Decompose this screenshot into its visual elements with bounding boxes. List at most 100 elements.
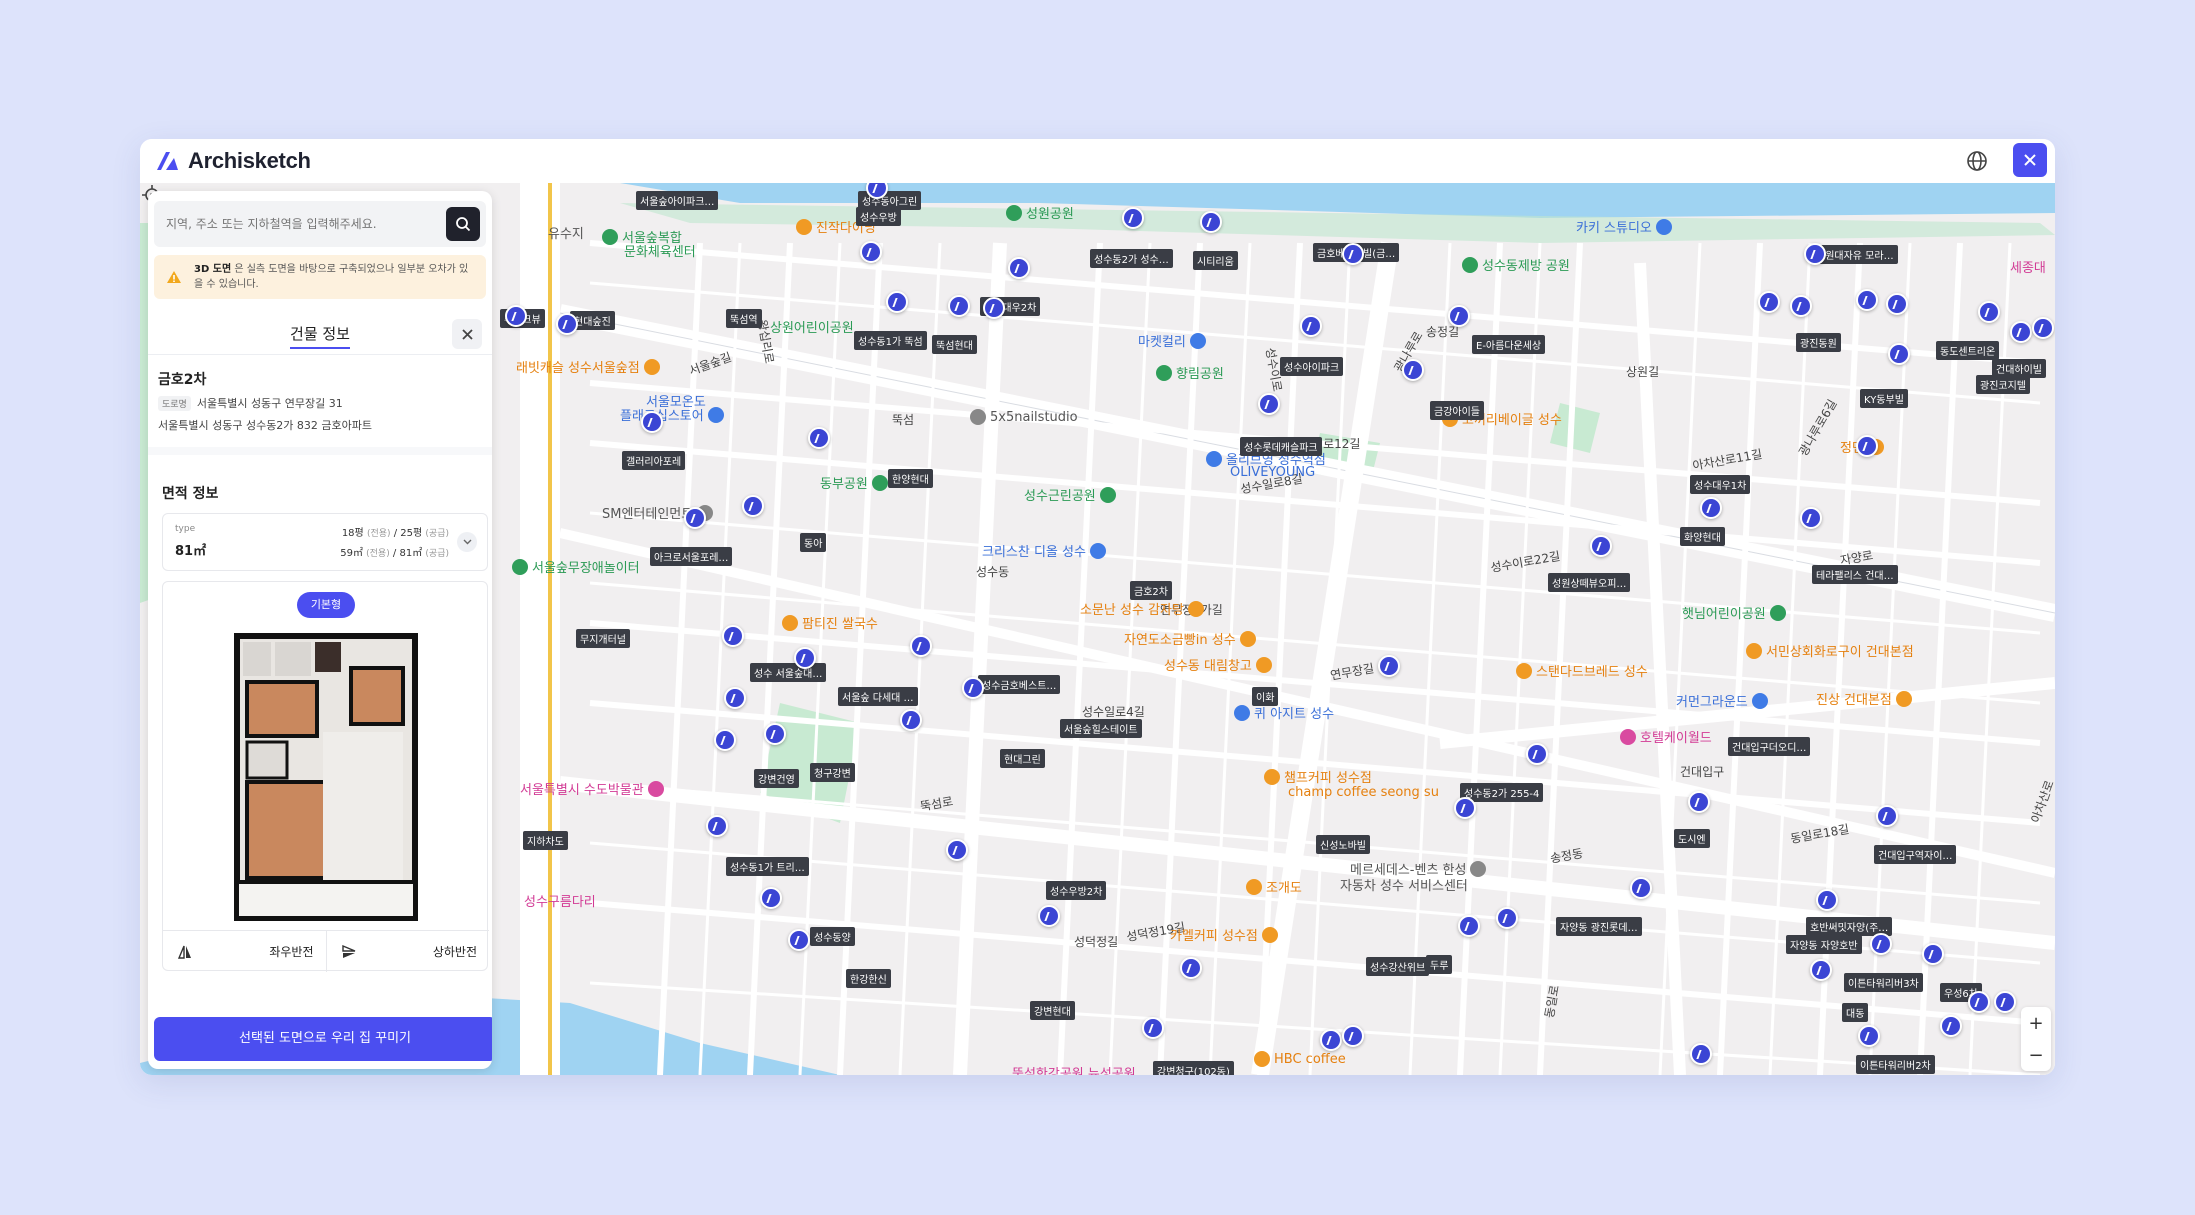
building-label[interactable]: 광진동원	[1796, 333, 1841, 352]
building-pin[interactable]	[1940, 1015, 1962, 1037]
building-label[interactable]: 서울숲아이파크…	[636, 191, 719, 210]
building-label[interactable]: 건대하이빌	[1992, 359, 2046, 378]
building-label[interactable]: 갤러리아포레	[622, 451, 686, 470]
building-pin[interactable]	[1888, 343, 1910, 365]
building-pin[interactable]	[1448, 305, 1470, 327]
building-pin[interactable]	[684, 507, 706, 529]
poi[interactable]: 카멜커피 성수점	[1170, 925, 1278, 944]
building-pin[interactable]	[1968, 991, 1990, 1013]
poi[interactable]: 호텔케이월드	[1620, 727, 1712, 746]
building-pin[interactable]	[1258, 393, 1280, 415]
building-pin[interactable]	[764, 723, 786, 745]
poi[interactable]: 뚝섬한강공원 뉴성공원	[1012, 1063, 1136, 1075]
poi[interactable]: 성수동 대림창고	[1164, 655, 1272, 674]
building-pin[interactable]	[1816, 889, 1838, 911]
poi[interactable]: 카키 스튜디오	[1576, 217, 1672, 236]
building-label[interactable]: 뚝섬역	[726, 309, 762, 328]
building-pin[interactable]	[1856, 289, 1878, 311]
building-label[interactable]: 화양현대	[1680, 527, 1725, 546]
building-label[interactable]: 한강한신	[846, 969, 891, 988]
poi[interactable]: 크리스찬 디올 성수	[982, 541, 1106, 560]
building-pin[interactable]	[1800, 507, 1822, 529]
poi[interactable]: 챔프커피 성수점	[1264, 767, 1372, 786]
building-label[interactable]: 성수동1가 뚝섬	[854, 331, 927, 350]
building-pin[interactable]	[1758, 291, 1780, 313]
building-label[interactable]: 대동	[1842, 1003, 1869, 1022]
logo[interactable]: Archisketch	[154, 148, 311, 174]
building-label[interactable]: 이튼타워리버2차	[1856, 1055, 1935, 1074]
zoom-in-button[interactable]: +	[2021, 1007, 2051, 1039]
building-pin[interactable]	[1496, 907, 1518, 929]
building-pin[interactable]	[860, 241, 882, 263]
floor-plan-image[interactable]	[233, 632, 419, 922]
building-pin[interactable]	[1342, 1025, 1364, 1047]
building-pin[interactable]	[808, 427, 830, 449]
building-pin[interactable]	[1630, 877, 1652, 899]
building-label[interactable]: 금호2차	[1130, 581, 1172, 600]
type-selector[interactable]: type 81㎡ 18평 (전용) / 25평 (공급) 59㎡ (전용) / …	[162, 513, 488, 571]
building-pin[interactable]	[1008, 257, 1030, 279]
flip-vertical-button[interactable]: 상하반전	[325, 931, 490, 972]
poi[interactable]: 상원어린이공원	[770, 317, 854, 336]
building-label[interactable]: 성수 서울숲대…	[750, 663, 827, 682]
building-pin[interactable]	[1978, 301, 2000, 323]
poi[interactable]: 진상 건대본점	[1816, 689, 1912, 708]
building-pin[interactable]	[900, 709, 922, 731]
building-pin[interactable]	[788, 929, 810, 951]
building-pin[interactable]	[1790, 295, 1812, 317]
search-input[interactable]	[166, 201, 436, 247]
building-label[interactable]: 성수동양	[810, 927, 855, 946]
building-label[interactable]: 한양현대	[888, 469, 933, 488]
poi[interactable]: 서민상회화로구이 건대본점	[1746, 641, 1914, 660]
poi[interactable]: 세종대	[2010, 257, 2046, 276]
building-pin[interactable]	[1526, 743, 1548, 765]
building-pin[interactable]	[1810, 959, 1832, 981]
building-pin[interactable]	[1320, 1029, 1342, 1051]
building-pin[interactable]	[1994, 991, 2016, 1013]
window-close-button[interactable]	[2013, 143, 2047, 177]
decorate-home-button[interactable]: 선택된 도면으로 우리 집 꾸미기	[154, 1017, 492, 1061]
poi[interactable]: 스탠다드브레드 성수	[1516, 661, 1648, 680]
building-label[interactable]: 뚝섬현대	[932, 335, 977, 354]
building-pin[interactable]	[1590, 535, 1612, 557]
building-label[interactable]: 아크로서울포레…	[650, 547, 733, 566]
building-label[interactable]: 서울숲힐스테이트	[1060, 719, 1142, 738]
building-label[interactable]: 자양동 자양호반	[1786, 935, 1862, 954]
building-label[interactable]: 성원상떼뷰오피…	[1548, 573, 1631, 592]
building-pin[interactable]	[1690, 1043, 1712, 1065]
building-pin[interactable]	[706, 815, 728, 837]
building-pin[interactable]	[714, 729, 736, 751]
flip-horizontal-button[interactable]: 좌우반전	[163, 931, 326, 972]
building-pin[interactable]	[1300, 315, 1322, 337]
building-pin[interactable]	[1458, 915, 1480, 937]
poi[interactable]: 햇님어린이공원	[1682, 603, 1786, 622]
building-label[interactable]: 성수대우1차	[1690, 475, 1751, 494]
building-label[interactable]: 현대그린	[1000, 749, 1045, 768]
building-label[interactable]: 지하차도	[523, 831, 568, 850]
building-pin[interactable]	[1804, 243, 1826, 265]
building-pin[interactable]	[794, 647, 816, 669]
poi[interactable]: 성원공원	[1006, 203, 1074, 222]
building-pin[interactable]	[948, 295, 970, 317]
poi[interactable]: 소문난 성수 감자탕	[1080, 599, 1204, 618]
building-label[interactable]: 강변건영	[754, 769, 799, 788]
poi[interactable]: 자연도소금빵in 성수	[1124, 629, 1256, 648]
poi[interactable]: 5x5nailstudio	[970, 409, 1078, 425]
building-label[interactable]: 이튼타워리버3차	[1844, 973, 1923, 992]
building-pin[interactable]	[1402, 359, 1424, 381]
building-pin[interactable]	[1688, 791, 1710, 813]
building-label[interactable]: 동아	[800, 533, 827, 552]
poi[interactable]: 동부공원	[820, 473, 888, 492]
building-pin[interactable]	[1700, 497, 1722, 519]
poi[interactable]: 향림공원	[1156, 363, 1224, 382]
building-pin[interactable]	[1856, 435, 1878, 457]
building-label[interactable]: 청구강변	[810, 763, 855, 782]
building-label[interactable]: 성수강산위브	[1366, 957, 1430, 976]
building-pin[interactable]	[505, 305, 527, 327]
poi[interactable]: 성수근린공원	[1024, 485, 1116, 504]
building-pin[interactable]	[983, 297, 1005, 319]
poi[interactable]: 서울특별시 수도박물관	[520, 779, 664, 798]
building-label[interactable]: 성수동2가 성수…	[1090, 249, 1173, 268]
building-label[interactable]: 건대입구역자이…	[1874, 845, 1957, 864]
building-pin[interactable]	[1180, 957, 1202, 979]
